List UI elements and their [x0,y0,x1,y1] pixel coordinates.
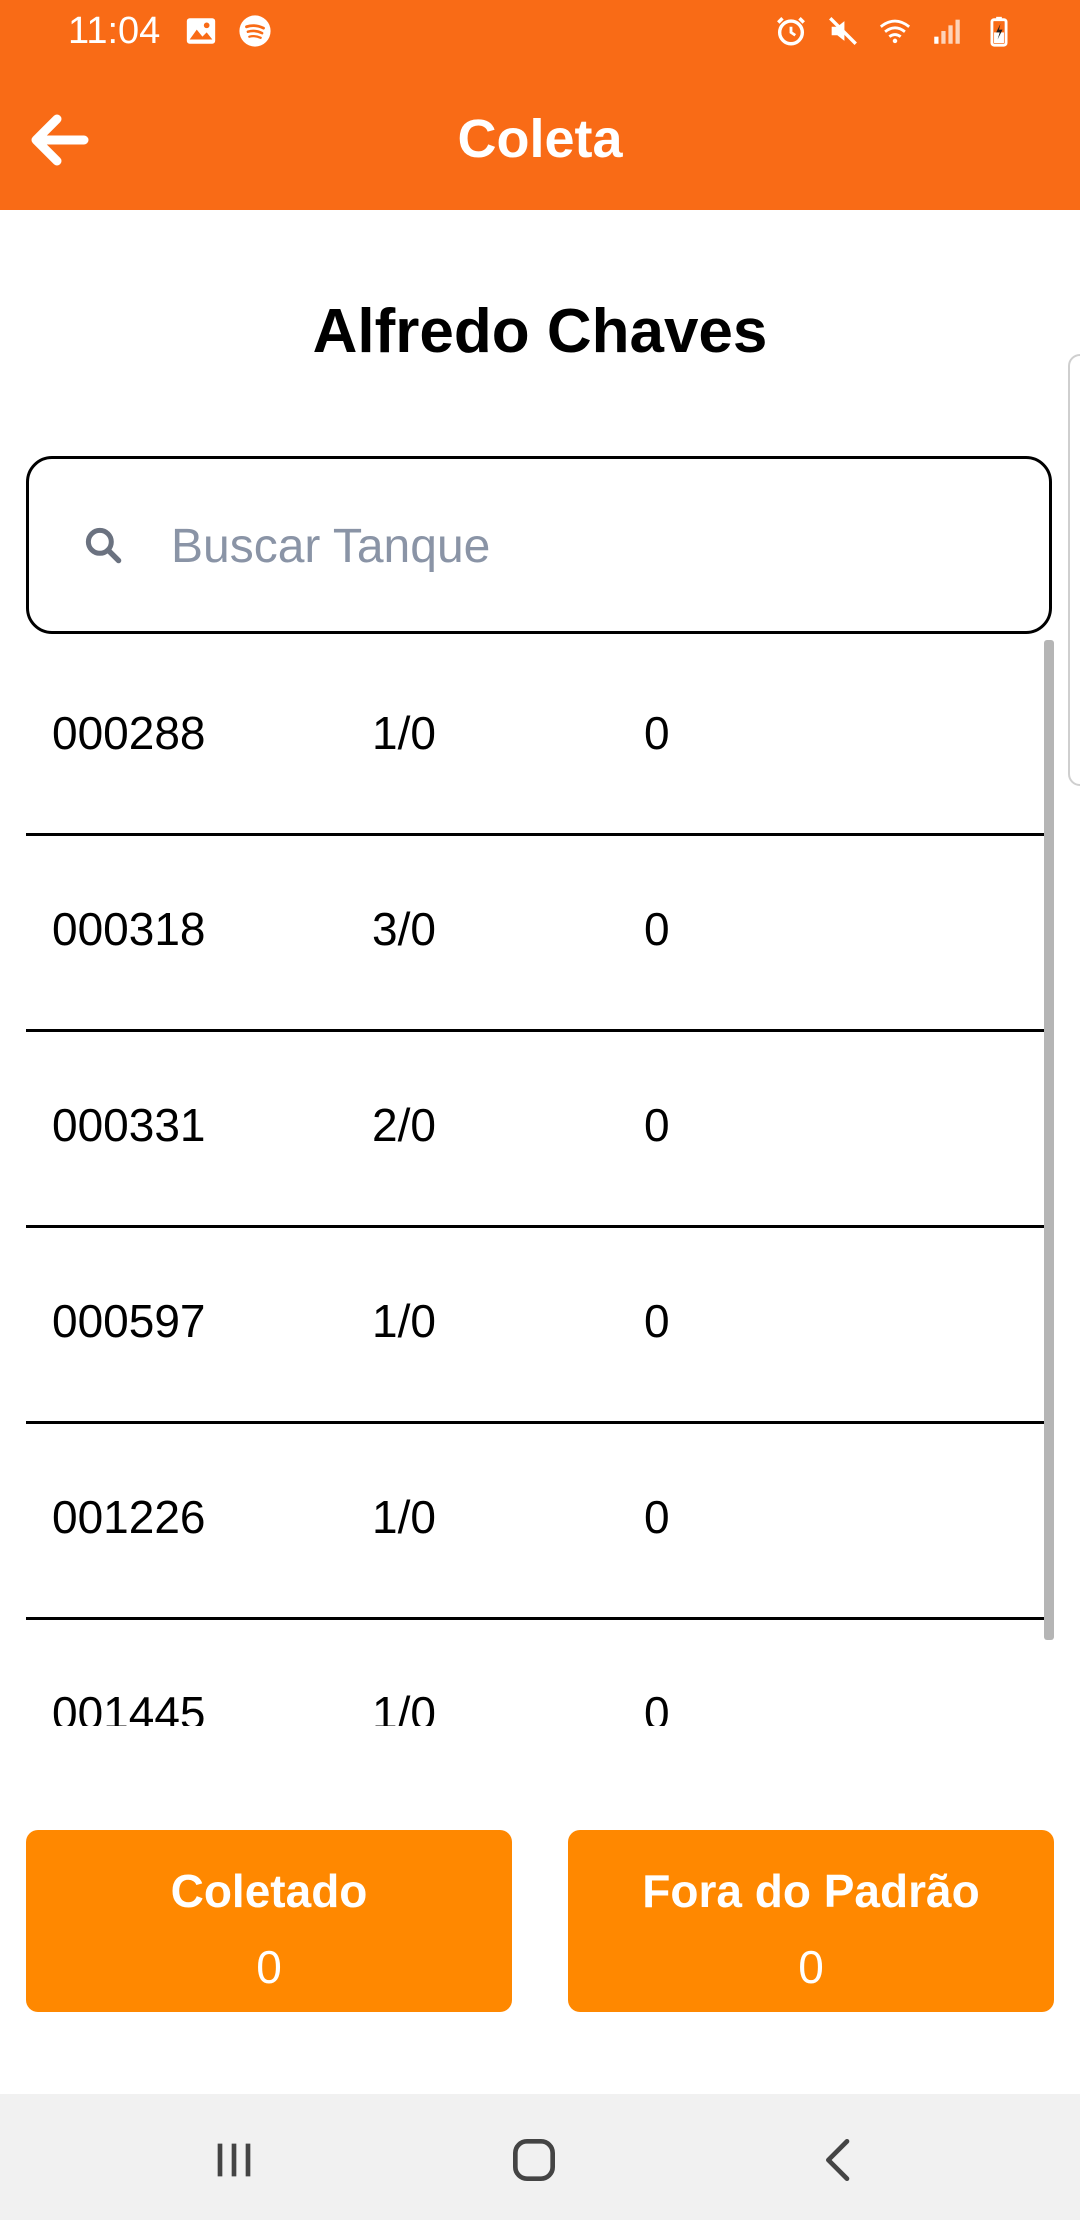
mute-icon [829,17,857,45]
recent-apps-icon[interactable] [206,2132,262,2188]
table-row[interactable]: 000318 3/0 0 [26,836,1054,1032]
tank-id: 000597 [52,1295,206,1347]
search-input[interactable] [169,505,1013,587]
collected-button[interactable]: Coletado 0 [26,1830,512,2012]
tank-value: 0 [644,903,670,955]
out-of-standard-label: Fora do Padrão [642,1865,980,1917]
status-time: 11:04 [68,10,161,52]
system-nav-bar [0,2094,1080,2220]
alarm-icon [777,17,805,46]
collected-count: 0 [256,1941,282,1993]
back-icon[interactable] [812,2132,868,2188]
page-title: Alfredo Chaves [312,297,768,366]
tank-id: 001445 [52,1687,206,1726]
signal-icon [934,19,960,44]
out-of-standard-button[interactable]: Fora do Padrão 0 [568,1830,1054,2012]
tank-ratio: 2/0 [372,1099,436,1151]
tank-id: 000318 [52,903,206,955]
tank-value: 0 [644,1687,670,1726]
tank-id: 001226 [52,1491,206,1543]
tank-list[interactable]: 000288 1/0 0 000318 3/0 0 000331 2/0 0 0… [26,640,1054,1726]
tank-value: 0 [644,1295,670,1347]
app-bar: Coleta [0,64,1080,210]
tank-value: 0 [644,1099,670,1151]
spotify-icon [239,15,271,47]
tank-ratio: 3/0 [372,903,436,955]
tank-id: 000288 [52,707,206,759]
table-row[interactable]: 001445 1/0 0 [26,1620,1054,1726]
out-of-standard-count: 0 [798,1941,824,1993]
search-icon [85,527,122,564]
status-left-icons [184,14,272,48]
tank-ratio: 1/0 [372,1295,436,1347]
status-right-icons [774,14,1016,48]
collected-label: Coletado [170,1865,368,1917]
tank-ratio: 1/0 [372,1687,436,1726]
edge-panel-handle[interactable] [1068,354,1080,786]
table-row[interactable]: 001226 1/0 0 [26,1424,1054,1620]
list-scrollbar[interactable] [1044,640,1054,1640]
app-bar-title: Coleta [457,109,623,169]
home-icon[interactable] [506,2132,562,2188]
tank-ratio: 1/0 [372,1491,436,1543]
table-row[interactable]: 000288 1/0 0 [26,640,1054,836]
battery-charging-icon [990,16,1008,47]
status-bar: 11:04 [0,0,1080,64]
image-icon [186,18,216,44]
tank-value: 0 [644,707,670,759]
wifi-icon [879,19,911,44]
search-box[interactable] [26,456,1052,634]
table-row[interactable]: 000331 2/0 0 [26,1032,1054,1228]
table-row[interactable]: 000597 1/0 0 [26,1228,1054,1424]
tank-ratio: 1/0 [372,707,436,759]
tank-id: 000331 [52,1099,206,1151]
tank-value: 0 [644,1491,670,1543]
